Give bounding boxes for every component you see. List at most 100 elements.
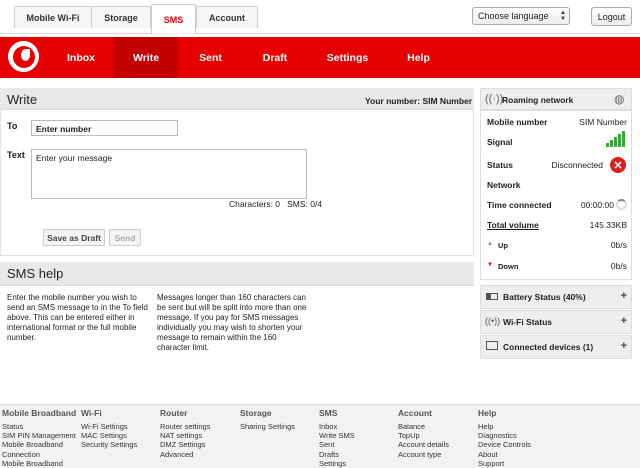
- text-label: Text: [7, 150, 25, 160]
- battery-status-label: Battery Status (40%): [503, 292, 586, 302]
- down-arrow-icon: ▼: [487, 262, 493, 268]
- loading-spinner-icon: [616, 199, 627, 210]
- footer-link[interactable]: Settings: [319, 459, 355, 468]
- help-text-right: Messages longer than 160 characters can …: [157, 293, 307, 352]
- status-value: Disconnected: [551, 160, 603, 170]
- footer-col-account: Account Balance TopUp Account details Ac…: [398, 408, 449, 459]
- to-field[interactable]: Enter number: [31, 120, 178, 136]
- footer-heading: Wi-Fi: [81, 408, 102, 418]
- footer-link[interactable]: Device Controls: [478, 440, 531, 449]
- footer-link[interactable]: About: [478, 450, 531, 459]
- footer-link[interactable]: Write SMS: [319, 431, 355, 440]
- roaming-title: Roaming network: [502, 95, 574, 105]
- footer-link[interactable]: Router settings: [160, 422, 210, 431]
- up-arrow-icon: ▲: [487, 241, 493, 247]
- send-button[interactable]: Send: [109, 229, 141, 246]
- footer-link[interactable]: Advanced: [160, 450, 210, 459]
- down-label: Down: [498, 262, 519, 271]
- help-panel-header: [0, 262, 474, 286]
- footer-link[interactable]: SIM PIN Management: [2, 431, 76, 440]
- footer-heading: SMS: [319, 408, 338, 418]
- message-counters: Characters: 0 SMS: 0/4: [229, 199, 323, 209]
- save-draft-button[interactable]: Save as Draft: [43, 229, 105, 246]
- wifi-icon: ((•)): [485, 316, 501, 326]
- nav-inbox[interactable]: Inbox: [48, 37, 114, 78]
- footer-col-storage: Storage Sharing Settings: [240, 408, 295, 431]
- footer-col-sms: SMS Inbox Write SMS Sent Drafts Settings: [319, 408, 355, 468]
- logout-button[interactable]: Logout: [591, 7, 632, 26]
- to-label: To: [7, 121, 18, 131]
- footer-link[interactable]: Wi-Fi Settings: [81, 422, 137, 431]
- time-connected-label: Time connected: [487, 200, 552, 210]
- footer-heading: Mobile Broadband: [2, 408, 77, 418]
- time-connected-value: 00:00:00: [580, 200, 614, 210]
- nav-help[interactable]: Help: [388, 37, 449, 78]
- total-volume-value: 145.33KB: [589, 220, 627, 230]
- footer-link[interactable]: Sharing Settings: [240, 422, 295, 431]
- top-tab-bar: Mobile Wi-Fi Storage SMS Account Choose …: [0, 0, 640, 34]
- vodafone-logo[interactable]: [8, 41, 39, 72]
- disconnect-icon[interactable]: ✕: [610, 157, 626, 173]
- nav-draft[interactable]: Draft: [243, 37, 307, 78]
- your-number: Your number: SIM Number: [365, 96, 473, 106]
- signal-bars-icon: [606, 131, 626, 147]
- nav-settings[interactable]: Settings: [307, 37, 388, 78]
- footer-link[interactable]: Account details: [398, 440, 449, 449]
- help-title: SMS help: [7, 266, 64, 281]
- wifi-status-label: Wi-Fi Status: [503, 317, 553, 327]
- battery-icon: [486, 293, 498, 300]
- language-select[interactable]: Choose language ▲ ▼: [472, 7, 570, 25]
- total-volume-label[interactable]: Total volume: [487, 220, 539, 230]
- footer-link[interactable]: Sent: [319, 440, 355, 449]
- footer-link[interactable]: Inbox: [319, 422, 355, 431]
- language-select-value: Choose language: [478, 11, 549, 21]
- up-label: Up: [498, 241, 508, 250]
- antenna-icon: ((·)): [485, 93, 504, 105]
- footer-heading: Router: [160, 408, 188, 418]
- footer-link[interactable]: MAC Settings: [81, 431, 137, 440]
- footer-heading: Storage: [240, 408, 272, 418]
- battery-expand-button[interactable]: +: [621, 290, 627, 302]
- select-arrows-icon: ▲ ▼: [560, 10, 566, 22]
- footer-link[interactable]: Status: [2, 422, 76, 431]
- footer-link[interactable]: Security Settings: [81, 440, 137, 449]
- mobile-number-label: Mobile number: [487, 117, 548, 127]
- status-label: Status: [487, 160, 513, 170]
- monitor-icon: [486, 341, 498, 350]
- footer-link[interactable]: Mobile Broadband Connection: [2, 440, 72, 458]
- footer-link[interactable]: TopUp: [398, 431, 449, 440]
- footer-link[interactable]: Mobile Broadband: [2, 459, 76, 468]
- help-text-left: Enter the mobile number you wish to send…: [7, 293, 148, 342]
- network-label: Network: [487, 180, 521, 190]
- footer-link[interactable]: Help: [478, 422, 531, 431]
- footer-link[interactable]: Drafts: [319, 450, 355, 459]
- footer-heading: Account: [398, 408, 432, 418]
- tab-mobile-wifi[interactable]: Mobile Wi-Fi: [14, 6, 92, 28]
- connected-devices-label: Connected devices (1): [503, 342, 594, 352]
- footer-col-help: Help Help Diagnostics Device Controls Ab…: [478, 408, 531, 468]
- main-nav: Inbox Write Sent Draft Settings Help: [0, 37, 640, 78]
- down-value: 0b/s: [610, 261, 627, 271]
- wifi-expand-button[interactable]: +: [621, 315, 627, 327]
- footer-col-mobile-broadband: Mobile Broadband Status SIM PIN Manageme…: [2, 408, 76, 468]
- footer-heading: Help: [478, 408, 497, 418]
- tab-storage[interactable]: Storage: [91, 6, 151, 28]
- footer-link[interactable]: Account type: [398, 450, 449, 459]
- page-title: Write: [7, 92, 38, 107]
- signal-label: Signal: [487, 137, 513, 147]
- message-textarea[interactable]: Enter your message: [31, 149, 307, 199]
- footer-link[interactable]: Balance: [398, 422, 449, 431]
- nav-write[interactable]: Write: [114, 37, 178, 78]
- mobile-number-value: SIM Number: [579, 117, 627, 127]
- footer-link[interactable]: Support: [478, 459, 531, 468]
- footer-col-wifi: Wi-Fi Wi-Fi Settings MAC Settings Securi…: [81, 408, 137, 450]
- tab-sms[interactable]: SMS: [151, 4, 196, 34]
- up-value: 0b/s: [610, 240, 627, 250]
- footer-link[interactable]: Diagnostics: [478, 431, 531, 440]
- footer-link[interactable]: DMZ Settings: [160, 440, 210, 449]
- devices-expand-button[interactable]: +: [621, 340, 627, 352]
- footer-link[interactable]: NAT settings: [160, 431, 210, 440]
- nav-sent[interactable]: Sent: [178, 37, 243, 78]
- globe-icon[interactable]: ◍: [614, 92, 624, 106]
- tab-account[interactable]: Account: [196, 6, 258, 28]
